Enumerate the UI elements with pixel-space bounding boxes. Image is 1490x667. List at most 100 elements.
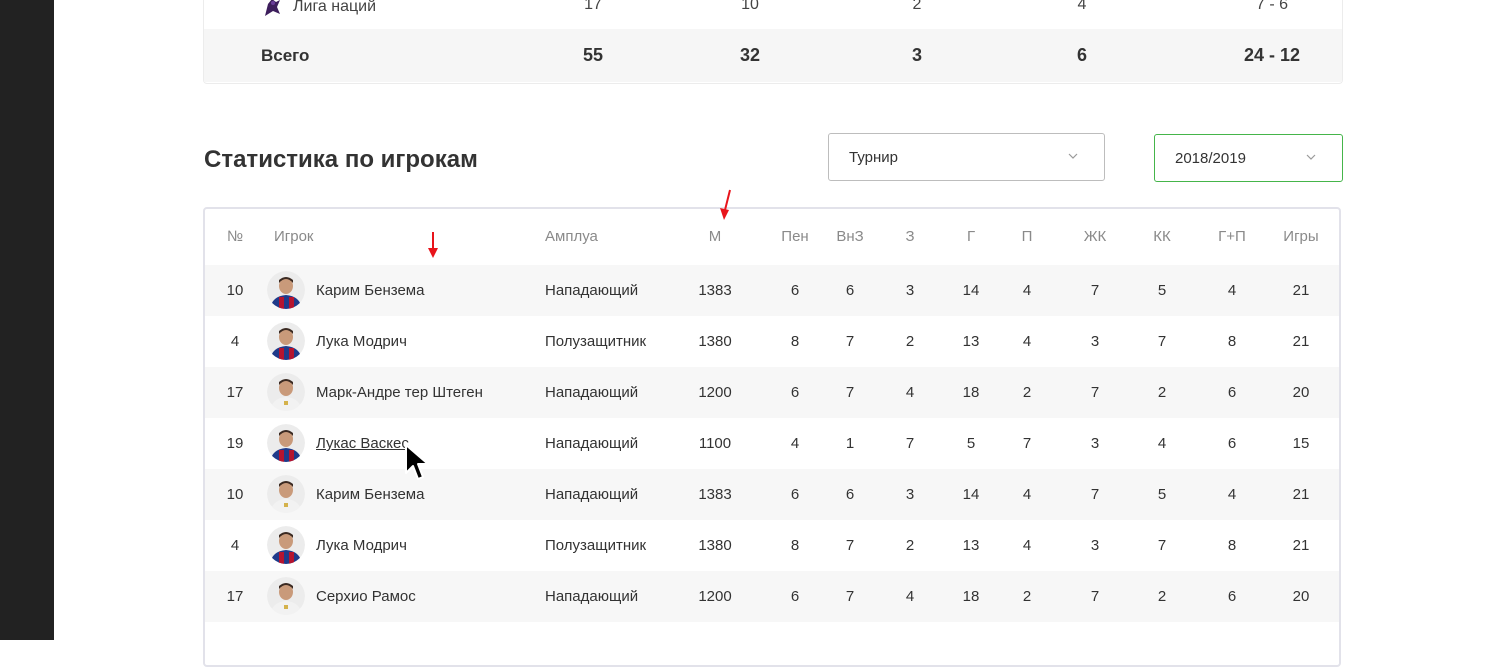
- tournament-select[interactable]: Турнир: [828, 133, 1105, 181]
- header-assists[interactable]: П: [997, 228, 1057, 245]
- player-role: Нападающий: [545, 588, 639, 605]
- player-goals: 5: [966, 435, 976, 452]
- header-number[interactable]: №: [210, 228, 260, 245]
- total-label: Всего: [261, 46, 310, 65]
- player-assists: 2: [1022, 588, 1032, 605]
- league-name: Лига наций: [261, 0, 376, 18]
- player-goals-assists: 6: [1227, 435, 1237, 452]
- table-row[interactable]: 19 Лукас Васкес Нападающий 1100 4 1 7 5 7 3 4 6 15: [205, 418, 1339, 469]
- player-name[interactable]: Карим Бензема: [274, 282, 566, 299]
- player-minutes: 1380: [698, 333, 732, 350]
- league-v2: 10: [741, 0, 759, 13]
- player-number: 4: [230, 537, 240, 554]
- chevron-down-icon: [1068, 153, 1078, 159]
- team-stats-table: Лига наций 17 10 2 4 7 - 6 Всего 55 32 3…: [203, 0, 1343, 84]
- player-goals: 18: [962, 588, 980, 605]
- player-number: 4: [230, 333, 240, 350]
- player-penalties: 6: [790, 588, 800, 605]
- total-v1: 55: [582, 45, 604, 65]
- player-z: 4: [905, 588, 915, 605]
- player-vnz: 6: [845, 486, 855, 503]
- league-label: Лига наций: [293, 0, 377, 15]
- player-yellow-cards: 3: [1090, 435, 1100, 452]
- player-goals-assists: 8: [1227, 537, 1237, 554]
- player-red-cards: 2: [1157, 384, 1167, 401]
- player-goals-assists: 6: [1227, 588, 1237, 605]
- total-score: 24 - 12: [1243, 45, 1301, 65]
- player-games: 21: [1292, 537, 1310, 554]
- player-minutes: 1200: [698, 384, 732, 401]
- team-stats-row-total: Всего 55 32 3 6 24 - 12: [204, 29, 1342, 82]
- header-vnz[interactable]: ВнЗ: [820, 228, 880, 245]
- player-penalties: 6: [790, 282, 800, 299]
- player-red-cards: 7: [1157, 333, 1167, 350]
- chevron-down-icon: [1306, 154, 1316, 160]
- league-v4: 4: [1077, 0, 1087, 13]
- player-z: 2: [905, 333, 915, 350]
- header-role[interactable]: Амплуа: [545, 228, 685, 245]
- table-row[interactable]: 4 Лука Модрич Полузащитник 1380 8 7 2 13 4 3 7 8 21: [205, 316, 1339, 367]
- player-yellow-cards: 7: [1090, 486, 1100, 503]
- player-stats-table: № Игрок Амплуа М Пен ВнЗ З Г П ЖК КК Г+П…: [203, 207, 1341, 667]
- table-row[interactable]: 17 Марк-Андре тер Штеген Нападающий 1200 6 7 4…: [205, 367, 1339, 418]
- total-v2: 32: [739, 45, 761, 65]
- player-games: 21: [1292, 333, 1310, 350]
- season-select[interactable]: 2018/2019: [1154, 134, 1343, 182]
- header-games[interactable]: Игры: [1271, 228, 1331, 245]
- player-games: 21: [1292, 282, 1310, 299]
- player-vnz: 7: [845, 588, 855, 605]
- player-name[interactable]: Марк-Андре тер Штеген: [274, 384, 566, 401]
- player-number: 17: [226, 384, 244, 401]
- player-name[interactable]: Серхио Рамос: [274, 588, 566, 605]
- player-games: 20: [1292, 588, 1310, 605]
- player-red-cards: 7: [1157, 537, 1167, 554]
- table-row[interactable]: 10 Карим Бензема Нападающий 1383 6 6 3 14 4 7 5 4 21: [205, 265, 1339, 316]
- player-role: Нападающий: [545, 384, 639, 401]
- header-yellow-cards[interactable]: ЖК: [1065, 228, 1125, 245]
- player-assists: 4: [1022, 486, 1032, 503]
- header-player[interactable]: Игрок: [274, 228, 524, 245]
- player-goals: 14: [962, 282, 980, 299]
- player-assists: 4: [1022, 333, 1032, 350]
- player-minutes: 1200: [698, 588, 732, 605]
- header-goals[interactable]: Г: [941, 228, 1001, 245]
- player-penalties: 8: [790, 333, 800, 350]
- player-number: 10: [226, 282, 244, 299]
- league-score: 7 - 6: [1255, 0, 1288, 13]
- table-row[interactable]: 10 Карим Бензема Нападающий 1383 6 6 3 14 4 7 5 4 21: [205, 469, 1339, 520]
- player-penalties: 6: [790, 486, 800, 503]
- league-icon: [265, 0, 280, 16]
- player-yellow-cards: 7: [1090, 588, 1100, 605]
- annotation-arrow-icon: [720, 189, 731, 220]
- header-goals-assists[interactable]: Г+П: [1202, 228, 1262, 245]
- table-row[interactable]: 17 Серхио Рамос Нападающий 1200 6 7 4 18 2 7 2 6 20: [205, 571, 1339, 622]
- player-games: 15: [1292, 435, 1310, 452]
- player-minutes: 1380: [698, 537, 732, 554]
- player-goals: 18: [962, 384, 980, 401]
- player-minutes: 1383: [698, 486, 732, 503]
- player-name[interactable]: Лука Модрич: [274, 333, 566, 350]
- player-minutes: 1383: [698, 282, 732, 299]
- player-yellow-cards: 3: [1090, 537, 1100, 554]
- player-vnz: 1: [845, 435, 855, 452]
- player-number: 10: [226, 486, 244, 503]
- player-minutes: 1100: [698, 435, 732, 452]
- player-yellow-cards: 7: [1090, 384, 1100, 401]
- header-z[interactable]: З: [880, 228, 940, 245]
- header-penalties[interactable]: Пен: [765, 228, 825, 245]
- section-title: Статистика по игрокам: [204, 146, 478, 173]
- header-red-cards[interactable]: КК: [1132, 228, 1192, 245]
- player-yellow-cards: 3: [1090, 333, 1100, 350]
- table-header: № Игрок Амплуа М Пен ВнЗ З Г П ЖК КК Г+П…: [205, 209, 1339, 265]
- player-goals-assists: 4: [1227, 282, 1237, 299]
- player-goals: 13: [962, 537, 980, 554]
- header-minutes[interactable]: М: [685, 228, 745, 245]
- player-assists: 7: [1022, 435, 1032, 452]
- player-name[interactable]: Карим Бензема: [274, 486, 566, 503]
- player-vnz: 7: [845, 537, 855, 554]
- table-row[interactable]: 4 Лука Модрич Полузащитник 1380 8 7 2 13 4 3 7 8 21: [205, 520, 1339, 571]
- player-goals: 13: [962, 333, 980, 350]
- player-role: Нападающий: [545, 282, 639, 299]
- player-name[interactable]: Лука Модрич: [274, 537, 566, 554]
- player-red-cards: 5: [1157, 282, 1167, 299]
